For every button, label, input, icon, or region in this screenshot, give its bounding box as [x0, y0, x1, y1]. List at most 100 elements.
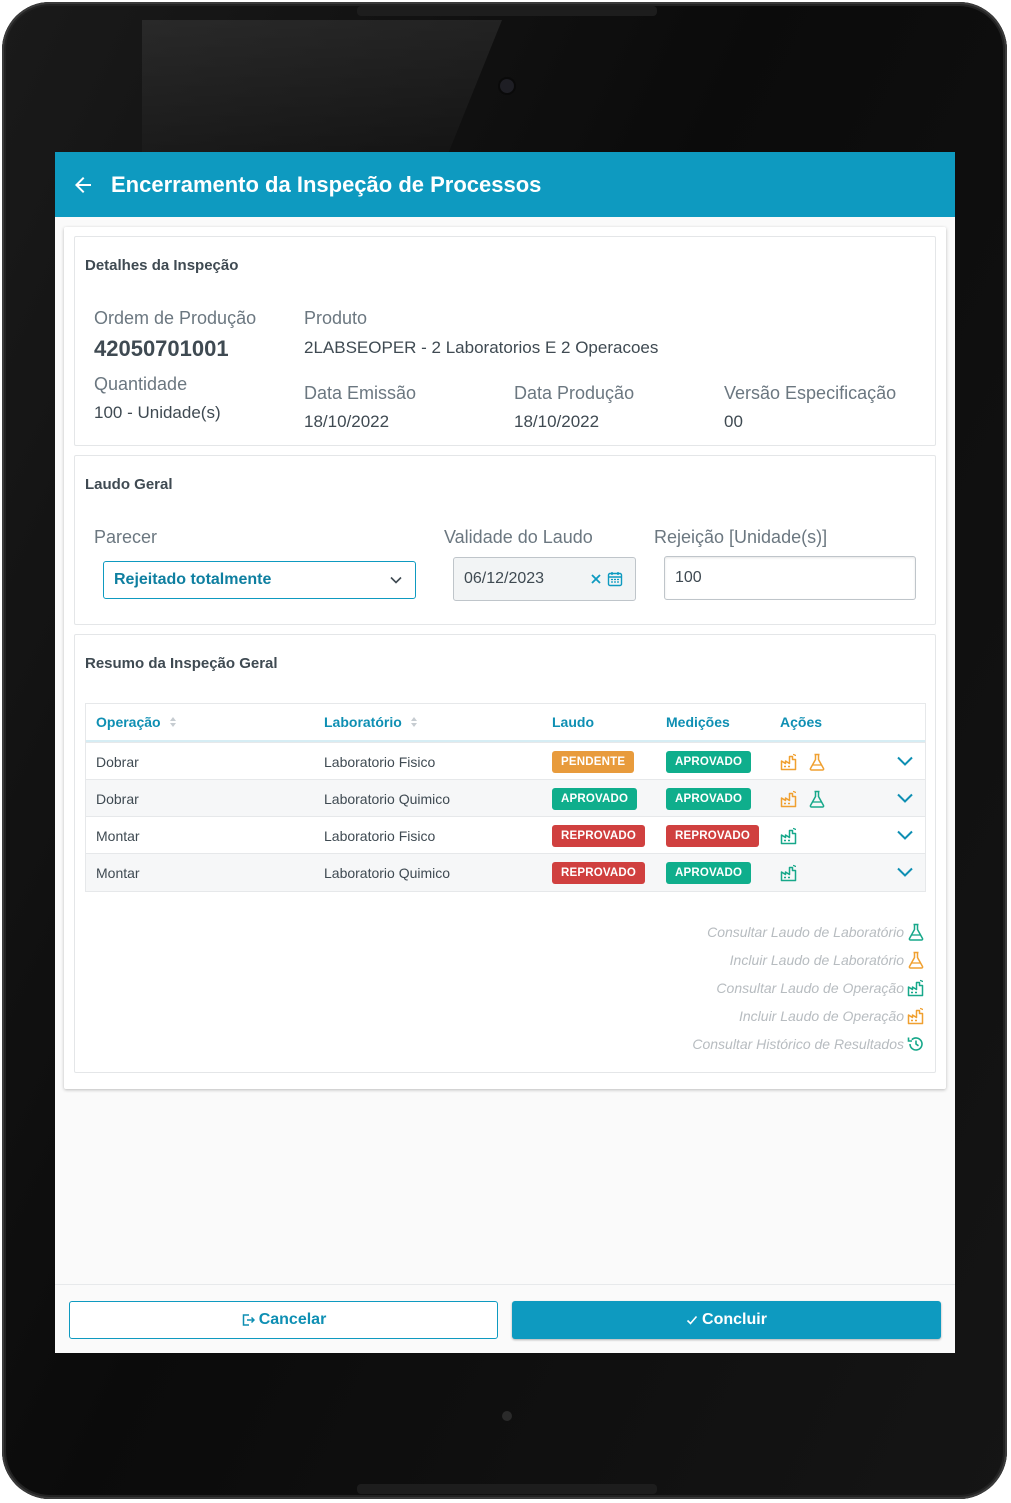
- col-operacao[interactable]: Operação: [96, 704, 177, 740]
- details-title: Detalhes da Inspeção: [85, 257, 239, 274]
- ordem-value: 42050701001: [94, 336, 229, 361]
- factory-orange-icon: [907, 1007, 924, 1025]
- exit-icon: [242, 1314, 255, 1326]
- conclude-button[interactable]: Concluir: [512, 1301, 941, 1339]
- legend-label: Consultar Histórico de Resultados: [692, 1036, 904, 1052]
- validade-value: 06/12/2023: [464, 570, 545, 587]
- validade-date-input[interactable]: 06/12/2023: [453, 557, 636, 601]
- resumo-panel: Resumo da Inspeção Geral Operação Labora…: [74, 634, 936, 1073]
- arrow-left-icon[interactable]: [69, 171, 97, 199]
- legend-item: Consultar Histórico de Resultados: [692, 1035, 925, 1053]
- footer-bar: Cancelar Concluir: [55, 1284, 955, 1353]
- produto-label: Produto: [304, 308, 368, 328]
- resumo-table: Operação Laboratório Laudo Medições Açõe…: [85, 703, 926, 892]
- content-card: Detalhes da Inspeção Ordem de Produção 4…: [64, 227, 946, 1089]
- rejeicao-input[interactable]: 100: [664, 556, 916, 600]
- sort-icon: [169, 717, 176, 727]
- check-icon: [686, 1315, 698, 1325]
- conclude-label: Concluir: [702, 1311, 767, 1328]
- flask-green-icon[interactable]: [808, 790, 826, 808]
- versao-value: 00: [724, 412, 743, 431]
- table-row: Dobrar Laboratorio Quimico APROVADO APRO…: [86, 779, 925, 817]
- table-row: Montar Laboratorio Quimico REPROVADO APR…: [86, 853, 925, 891]
- quantidade-value: 100 - Unidade(s): [94, 403, 221, 422]
- legend-label: Incluir Laudo de Operação: [739, 1008, 904, 1024]
- quantidade-label: Quantidade: [94, 374, 188, 394]
- cell-operacao: Montar: [96, 827, 140, 844]
- legend-item: Consultar Laudo de Operação: [716, 979, 925, 997]
- cell-laboratorio: Laboratorio Quimico: [324, 790, 451, 807]
- chevron-down-icon[interactable]: [895, 751, 915, 771]
- calendar-icon[interactable]: [607, 571, 623, 587]
- parecer-value: Rejeitado totalmente: [114, 571, 272, 588]
- producao-value: 18/10/2022: [514, 412, 600, 431]
- factory-green-icon[interactable]: [780, 827, 798, 845]
- col-laboratorio[interactable]: Laboratório: [324, 704, 418, 740]
- status-badge: APROVADO: [552, 787, 638, 810]
- flask-orange-icon: [908, 951, 924, 969]
- rejeicao-label: Rejeição [Unidade(s)]: [654, 527, 828, 547]
- legend-item: Incluir Laudo de Laboratório: [730, 951, 925, 969]
- factory-orange-icon[interactable]: [780, 753, 798, 771]
- factory-orange-icon[interactable]: [780, 790, 798, 808]
- clear-icon[interactable]: [589, 572, 603, 586]
- status-badge: REPROVADO: [552, 824, 646, 847]
- legend-label: Consultar Laudo de Laboratório: [707, 924, 904, 940]
- bottom-speaker: [357, 1484, 657, 1494]
- cell-operacao: Dobrar: [96, 753, 139, 770]
- factory-green-icon[interactable]: [780, 864, 798, 882]
- details-panel: Detalhes da Inspeção Ordem de Produção 4…: [74, 236, 936, 446]
- page-title: Encerramento da Inspeção de Processos: [111, 171, 542, 197]
- emissao-label: Data Emissão: [304, 383, 417, 403]
- chevron-down-icon[interactable]: [895, 788, 915, 808]
- legend-item: Incluir Laudo de Operação: [739, 1007, 925, 1025]
- chevron-down-icon[interactable]: [895, 825, 915, 845]
- app-screen: Encerramento da Inspeção de Processos De…: [55, 152, 955, 1353]
- cancel-label: Cancelar: [258, 1311, 327, 1328]
- versao-label: Versão Especificação: [724, 383, 897, 403]
- cell-laboratorio: Laboratorio Quimico: [324, 864, 451, 881]
- parecer-label: Parecer: [94, 527, 158, 547]
- cell-operacao: Dobrar: [96, 790, 139, 807]
- emissao-value: 18/10/2022: [304, 412, 390, 431]
- home-sensor: [502, 1411, 512, 1421]
- col-laboratorio-label: Laboratório: [324, 714, 402, 730]
- produto-value: 2LABSEOPER - 2 Laboratorios E 2 Operacoe…: [304, 338, 659, 357]
- validade-label: Validade do Laudo: [444, 527, 593, 547]
- status-badge: APROVADO: [666, 750, 752, 773]
- legend-label: Consultar Laudo de Operação: [716, 980, 904, 996]
- cell-laboratorio: Laboratorio Fisico: [324, 753, 436, 770]
- laudo-panel: Laudo Geral Parecer Rejeitado totalmente…: [74, 455, 936, 625]
- factory-green-icon: [907, 979, 924, 997]
- rejeicao-value: 100: [675, 569, 702, 586]
- table-row: Montar Laboratorio Fisico REPROVADO REPR…: [86, 816, 925, 854]
- status-badge: PENDENTE: [552, 750, 635, 773]
- glare: [142, 20, 502, 154]
- status-badge: REPROVADO: [666, 824, 760, 847]
- col-acoes: Ações: [780, 714, 823, 730]
- cancel-button[interactable]: Cancelar: [69, 1301, 498, 1339]
- app-bar: Encerramento da Inspeção de Processos: [55, 152, 955, 217]
- top-speaker: [357, 6, 657, 16]
- table-row: Dobrar Laboratorio Fisico PENDENTE APROV…: [86, 742, 925, 780]
- chevron-down-icon: [390, 576, 402, 584]
- legend-item: Consultar Laudo de Laboratório: [707, 923, 925, 941]
- legend-label: Incluir Laudo de Laboratório: [729, 952, 904, 968]
- producao-label: Data Produção: [514, 383, 635, 403]
- ordem-label: Ordem de Produção: [94, 308, 257, 328]
- parecer-select[interactable]: Rejeitado totalmente: [103, 561, 416, 599]
- col-laudo: Laudo: [552, 714, 594, 730]
- flask-green-icon: [908, 923, 924, 941]
- resumo-title: Resumo da Inspeção Geral: [85, 655, 278, 672]
- status-badge: REPROVADO: [552, 861, 646, 884]
- flask-orange-icon[interactable]: [808, 753, 826, 771]
- sort-icon: [410, 717, 417, 727]
- cell-laboratorio: Laboratorio Fisico: [324, 827, 436, 844]
- history-icon: [907, 1037, 923, 1051]
- status-badge: APROVADO: [666, 787, 752, 810]
- col-medicoes: Medições: [666, 714, 730, 730]
- laudo-title: Laudo Geral: [85, 476, 173, 493]
- status-badge: APROVADO: [666, 861, 752, 884]
- chevron-down-icon[interactable]: [895, 862, 915, 882]
- cell-operacao: Montar: [96, 864, 140, 881]
